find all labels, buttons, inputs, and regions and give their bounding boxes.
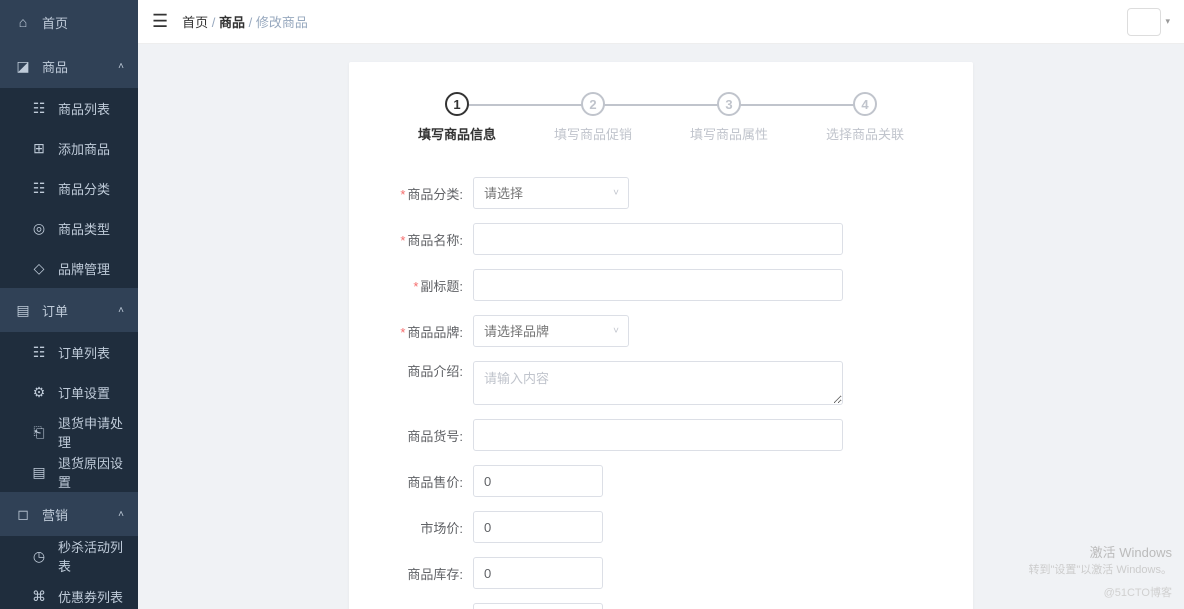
select-brand-input[interactable] [473,315,629,347]
select-brand[interactable]: ˅ [473,315,629,347]
crumb-home[interactable]: 首页 [182,15,208,30]
main: ☰ 首页 / 商品 / 修改商品 ▾ 1 填写商品信息 2 填写商品促销 3 填写商品… [138,0,1184,609]
steps: 1 填写商品信息 2 填写商品促销 3 填写商品属性 4 选择商品关联 [379,92,943,143]
sidebar-label: 秒杀活动列表 [58,537,124,575]
chevron-up-icon: ˄ [118,509,124,520]
select-category-input[interactable] [473,177,629,209]
input-sku[interactable] [473,419,843,451]
step-num: 4 [853,92,877,116]
sidebar-label: 商品列表 [58,99,124,118]
content: 1填写商品信息 2填写商品促销 3填写商品属性 4选择商品关联 *商品分类:˅ … [138,44,1184,609]
breadcrumb: 首页 / 商品 / 修改商品 [182,12,308,31]
sidebar-label: 退货原因设置 [58,453,124,491]
label-sku: 商品货号: [379,426,473,445]
list-icon: ☷ [30,344,48,361]
label-stock: 商品库存: [379,564,473,583]
order-icon: ▤ [14,302,32,319]
step-num: 3 [717,92,741,116]
sidebar-item-order[interactable]: ▤ 订单 ˄ [0,288,138,332]
label-category: *商品分类: [379,184,473,203]
sidebar-item-brand[interactable]: ◇ 品牌管理 [0,248,138,288]
sidebar-item-goods-type[interactable]: ◎ 商品类型 [0,208,138,248]
sidebar-label: 品牌管理 [58,259,124,278]
sidebar-item-goods-category[interactable]: ☷ 商品分类 [0,168,138,208]
sidebar-item-home[interactable]: ⌂ 首页 [0,0,138,44]
tag-icon: ◇ [30,260,48,277]
label-market-price: 市场价: [379,518,473,537]
ticket-icon: ⌘ [30,588,48,605]
type-icon: ◎ [30,220,48,237]
step-label: 填写商品信息 [418,124,496,143]
return-icon: ⎗ [30,424,48,441]
sidebar-item-goods-list[interactable]: ☷ 商品列表 [0,88,138,128]
step-label: 填写商品促销 [554,124,632,143]
crumb-current: 修改商品 [256,15,308,30]
sidebar-label: 添加商品 [58,139,124,158]
clock-icon: ◷ [30,548,48,565]
label-subtitle: *副标题: [379,276,473,295]
select-category[interactable]: ˅ [473,177,629,209]
sidebar-item-order-settings[interactable]: ⚙ 订单设置 [0,372,138,412]
marketing-icon: ◻ [14,506,32,523]
hamburger-icon[interactable]: ☰ [152,11,168,32]
step-4[interactable]: 4 选择商品关联 [797,92,933,143]
sidebar-label: 订单设置 [58,383,124,402]
textarea-intro[interactable] [473,361,843,405]
home-icon: ⌂ [14,14,32,30]
watermark-line3: @51CTO博客 [1029,585,1173,602]
input-subtitle[interactable] [473,269,843,301]
step-1[interactable]: 1 填写商品信息 [389,92,525,143]
sidebar-item-coupon[interactable]: ⌘ 优惠券列表 [0,576,138,609]
step-num: 2 [581,92,605,116]
label-intro: 商品介绍: [379,361,473,380]
sidebar-label: 商品类型 [58,219,124,238]
sidebar-item-return-request[interactable]: ⎗ 退货申请处理 [0,412,138,452]
step-3[interactable]: 3 填写商品属性 [661,92,797,143]
step-2[interactable]: 2 填写商品促销 [525,92,661,143]
bag-icon: ◪ [14,58,32,75]
crumb-goods[interactable]: 商品 [219,15,245,30]
input-price[interactable] [473,465,603,497]
gear-icon: ⚙ [30,384,48,401]
chevron-up-icon: ˄ [118,305,124,316]
sidebar-item-add-goods[interactable]: ⊞ 添加商品 [0,128,138,168]
chevron-down-icon[interactable]: ▾ [1165,16,1170,27]
sidebar-label: 优惠券列表 [58,587,124,606]
sidebar: ⌂ 首页 ◪ 商品 ˄ ☷ 商品列表 ⊞ 添加商品 ☷ 商品分类 ◎ 商品类型 ◇ 品牌管… [0,0,138,609]
sidebar-item-order-list[interactable]: ☷ 订单列表 [0,332,138,372]
watermark: 激活 Windows 转到"设置"以激活 Windows。 @51CTO博客 [1029,543,1173,602]
sidebar-label: 订单 [42,301,118,320]
sidebar-label: 营销 [42,505,118,524]
step-num: 1 [445,92,469,116]
sidebar-item-marketing[interactable]: ◻ 营销 ˄ [0,492,138,536]
category-icon: ☷ [30,180,48,197]
label-brand: *商品品牌: [379,322,473,341]
doc-icon: ▤ [30,464,48,481]
sidebar-item-return-reason[interactable]: ▤ 退货原因设置 [0,452,138,492]
sidebar-item-flash-sale[interactable]: ◷ 秒杀活动列表 [0,536,138,576]
chevron-up-icon: ˄ [118,61,124,72]
label-name: *商品名称: [379,230,473,249]
plus-icon: ⊞ [30,140,48,157]
user-avatar[interactable] [1127,8,1161,36]
sidebar-label: 退货申请处理 [58,413,124,451]
sidebar-label: 订单列表 [58,343,124,362]
watermark-line2: 转到"设置"以激活 Windows。 [1029,562,1173,579]
form-card: 1填写商品信息 2填写商品促销 3填写商品属性 4选择商品关联 *商品分类:˅ … [349,62,973,609]
label-price: 商品售价: [379,472,473,491]
watermark-line1: 激活 Windows [1029,543,1173,563]
topbar: ☰ 首页 / 商品 / 修改商品 ▾ [138,0,1184,44]
sidebar-label: 商品分类 [58,179,124,198]
sidebar-item-goods[interactable]: ◪ 商品 ˄ [0,44,138,88]
input-name[interactable] [473,223,843,255]
input-stock[interactable] [473,557,603,589]
step-label: 选择商品关联 [826,124,904,143]
sidebar-label: 首页 [42,13,124,32]
input-market-price[interactable] [473,511,603,543]
step-label: 填写商品属性 [690,124,768,143]
input-unit[interactable] [473,603,603,609]
sidebar-label: 商品 [42,57,118,76]
list-icon: ☷ [30,100,48,117]
